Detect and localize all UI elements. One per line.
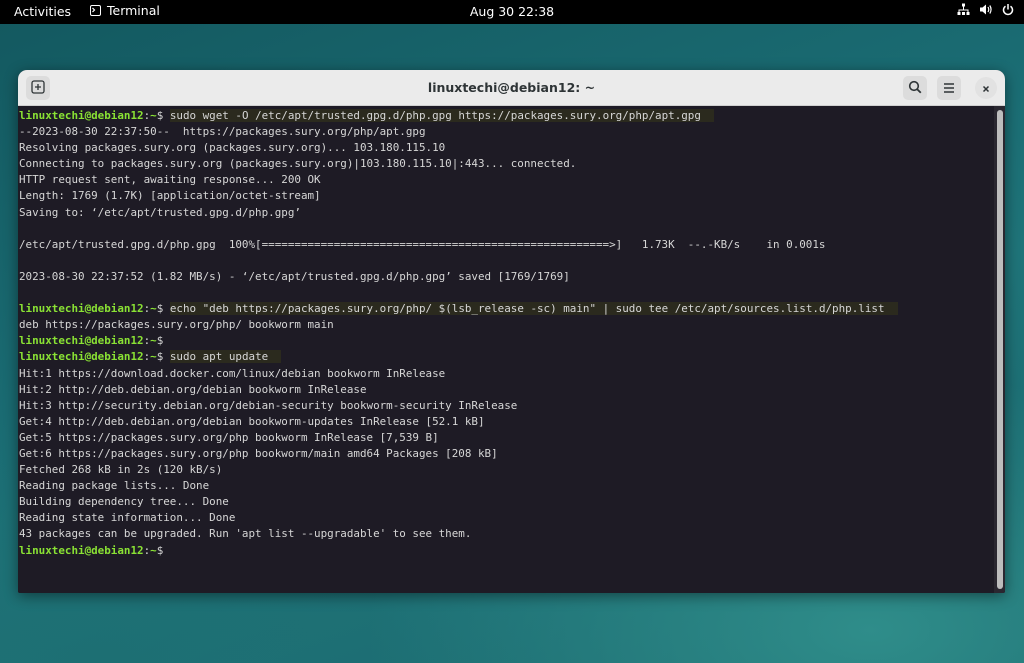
scrollbar[interactable] <box>994 106 1005 593</box>
prompt-user-host: linuxtechi@debian12 <box>19 109 144 122</box>
prompt-user-host: linuxtechi@debian12 <box>19 350 144 364</box>
window-title: linuxtechi@debian12: ~ <box>427 80 596 95</box>
search-icon <box>908 79 922 98</box>
command-text: echo "deb https://packages.sury.org/php/… <box>169 302 898 316</box>
main-menu-button[interactable] <box>937 76 961 100</box>
activities-button[interactable]: Activities <box>14 4 71 19</box>
terminal-output-line: 2023-08-30 22:37:52 (1.82 MB/s) - ‘/etc/… <box>19 269 570 283</box>
search-button[interactable] <box>903 76 927 100</box>
terminal-output-line: deb https://packages.sury.org/php/ bookw… <box>19 318 334 332</box>
terminal-output-line: Reading package lists... Done <box>19 479 210 493</box>
prompt-user-host: linuxtechi@debian12 <box>19 302 144 316</box>
command-text: sudo wget -O /etc/apt/trusted.gpg.d/php.… <box>169 109 715 122</box>
terminal-prompt-line: linuxtechi@debian12:~$ sudo apt update <box>19 349 994 365</box>
terminal-output-line: Hit:2 http://deb.debian.org/debian bookw… <box>19 382 367 396</box>
prompt-user-host: linuxtechi@debian12 <box>19 543 144 557</box>
terminal-output-line: Fetched 268 kB in 2s (120 kB/s) <box>19 463 223 477</box>
terminal-output-line: Hit:1 https://download.docker.com/linux/… <box>19 366 446 380</box>
prompt-symbol: $ <box>156 543 170 557</box>
terminal-output-line: Building dependency tree... Done <box>19 495 229 509</box>
terminal-prompt-line: linuxtechi@debian12:~$ <box>19 543 994 559</box>
terminal-prompt-line: linuxtechi@debian12:~$ echo "deb https:/… <box>19 301 994 317</box>
terminal-output-line: Get:4 http://deb.debian.org/debian bookw… <box>19 414 485 428</box>
terminal-output-line: Connecting to packages.sury.org (package… <box>19 157 577 171</box>
close-icon <box>981 79 991 98</box>
prompt-symbol: $ <box>156 334 170 348</box>
terminal-output-line: --2023-08-30 22:37:50-- https://packages… <box>19 125 426 139</box>
volume-icon <box>979 3 993 16</box>
prompt-symbol: $ <box>156 350 170 364</box>
terminal-prompt-line: linuxtechi@debian12:~$ <box>19 333 994 349</box>
terminal-output-line: Get:6 https://packages.sury.org/php book… <box>19 446 498 460</box>
close-button[interactable] <box>975 77 997 99</box>
system-status-menu[interactable] <box>957 3 1014 16</box>
terminal-prompt-line: linuxtechi@debian12:~$ sudo wget -O /etc… <box>19 108 994 124</box>
command-text: sudo apt update <box>169 350 282 364</box>
app-menu-terminal[interactable]: Terminal <box>90 3 160 18</box>
terminal-output-line: Saving to: ‘/etc/apt/trusted.gpg.d/php.g… <box>19 205 301 219</box>
terminal-app-icon <box>90 5 101 16</box>
terminal-output-line: Reading state information... Done <box>19 511 236 525</box>
terminal-output-line: Resolving packages.sury.org (packages.su… <box>19 141 446 155</box>
terminal-window: linuxtechi@debian12: ~ linuxtechi@debian… <box>18 70 1005 593</box>
prompt-symbol: $ <box>156 302 170 316</box>
terminal-output-line: HTTP request sent, awaiting response... … <box>19 173 321 187</box>
terminal-output-line: Length: 1769 (1.7K) [application/octet-s… <box>19 189 321 203</box>
terminal-output-line: 43 packages can be upgraded. Run 'apt li… <box>19 527 472 541</box>
network-icon <box>957 3 970 16</box>
app-menu-label: Terminal <box>107 3 160 18</box>
prompt-symbol: $ <box>156 109 170 122</box>
terminal-output-line: Get:5 https://packages.sury.org/php book… <box>19 430 439 444</box>
terminal-output-line: Hit:3 http://security.debian.org/debian-… <box>19 398 518 412</box>
prompt-user-host: linuxtechi@debian12 <box>19 334 144 348</box>
top-bar: Activities Terminal Aug 30 22:38 <box>0 0 1024 24</box>
terminal-output-line: /etc/apt/trusted.gpg.d/php.gpg 100%[====… <box>19 237 826 251</box>
hamburger-menu-icon <box>942 79 956 98</box>
scrollbar-thumb[interactable] <box>997 110 1003 589</box>
clock[interactable]: Aug 30 22:38 <box>470 4 554 19</box>
power-icon <box>1002 3 1014 16</box>
header-bar: linuxtechi@debian12: ~ <box>18 70 1005 106</box>
terminal-output[interactable]: linuxtechi@debian12:~$ sudo wget -O /etc… <box>18 106 994 593</box>
